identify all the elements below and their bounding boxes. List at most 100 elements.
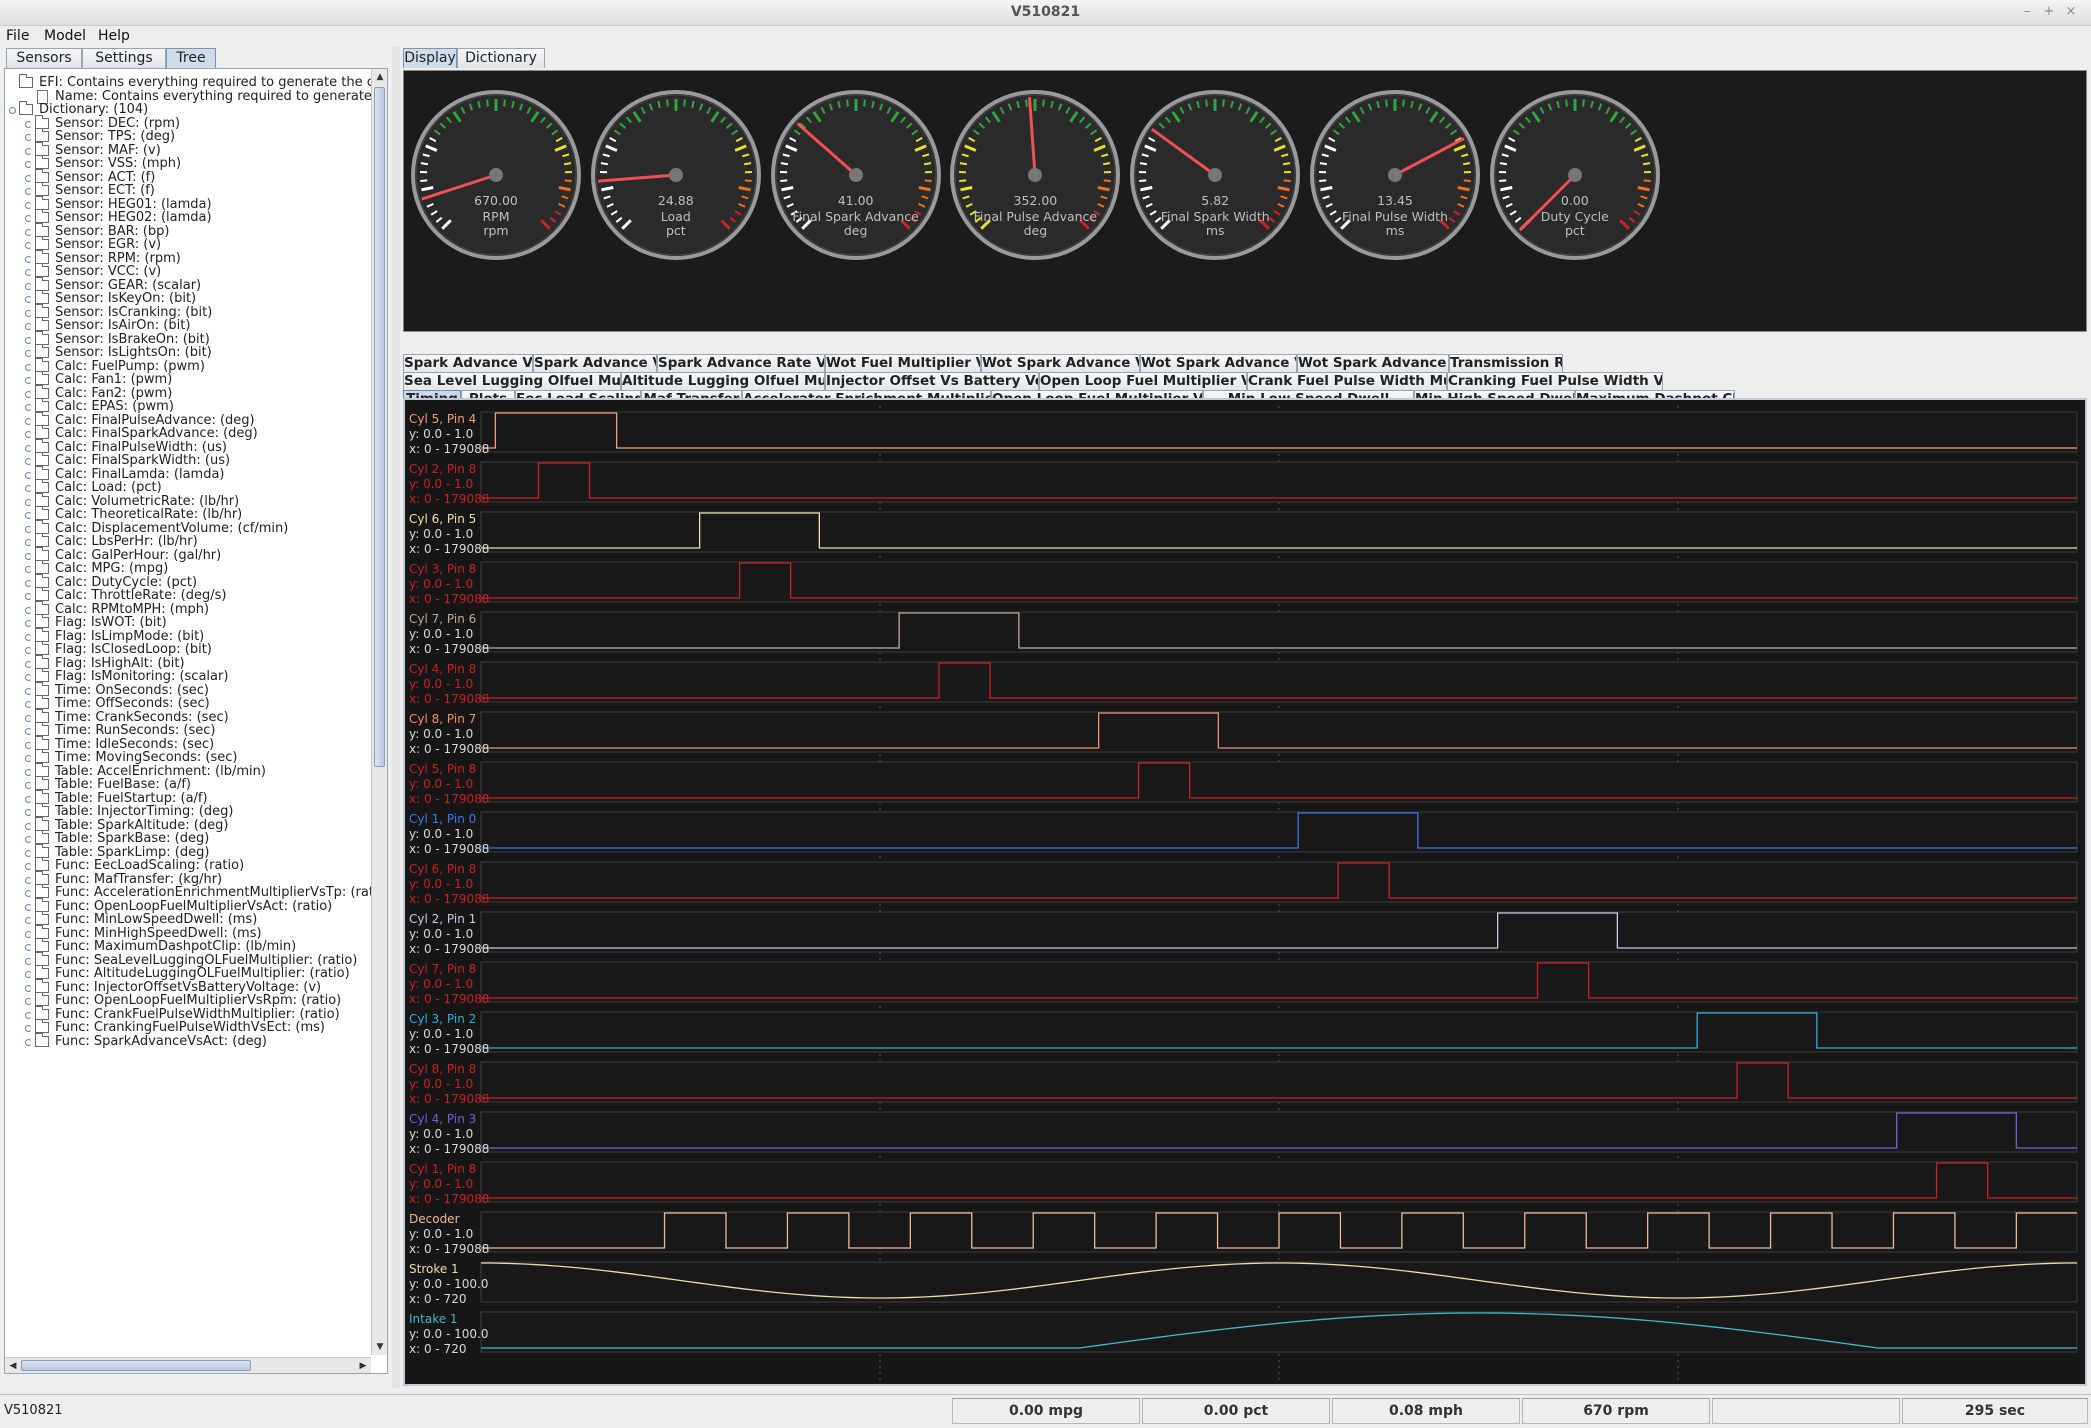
expand-toggle-icon[interactable] bbox=[25, 498, 32, 506]
expand-toggle-icon[interactable] bbox=[25, 782, 32, 789]
expand-toggle-icon[interactable] bbox=[25, 444, 32, 452]
expand-toggle-icon[interactable] bbox=[25, 849, 32, 857]
expand-toggle-icon[interactable] bbox=[25, 134, 32, 141]
expand-toggle-icon[interactable] bbox=[25, 566, 32, 573]
expand-toggle-icon[interactable] bbox=[25, 525, 32, 533]
expand-toggle-icon[interactable] bbox=[25, 1038, 32, 1046]
plot-tab[interactable]: Sea Level Lugging Olfuel Multiplier bbox=[403, 372, 621, 390]
expand-toggle-icon[interactable] bbox=[25, 485, 32, 492]
expand-toggle-icon[interactable] bbox=[25, 809, 32, 816]
expand-toggle-icon[interactable] bbox=[9, 107, 16, 114]
expand-toggle-icon[interactable] bbox=[25, 471, 32, 479]
expand-toggle-icon[interactable] bbox=[25, 863, 32, 870]
split-pane-divider[interactable] bbox=[392, 46, 400, 1388]
plot-tab[interactable]: Spark Advance Vs Bp bbox=[533, 354, 657, 372]
expand-toggle-icon[interactable] bbox=[25, 1011, 32, 1019]
expand-toggle-icon[interactable] bbox=[25, 998, 32, 1005]
scroll-up-icon[interactable]: ▲ bbox=[372, 69, 387, 85]
expand-toggle-icon[interactable] bbox=[25, 404, 32, 411]
expand-toggle-icon[interactable] bbox=[25, 174, 32, 182]
expand-toggle-icon[interactable] bbox=[25, 579, 32, 587]
plot-tab[interactable]: Wot Spark Advance Vs Ect bbox=[1140, 354, 1297, 372]
tree-horizontal-thumb[interactable] bbox=[21, 1360, 251, 1371]
expand-toggle-icon[interactable] bbox=[25, 215, 32, 222]
expand-toggle-icon[interactable] bbox=[25, 431, 32, 438]
tab-tree[interactable]: Tree bbox=[166, 48, 216, 68]
plot-tab[interactable]: Injector Offset Vs Battery Voltage bbox=[825, 372, 1039, 390]
plot-tab[interactable]: Wot Spark Advance Vs Act bbox=[1297, 354, 1449, 372]
expand-toggle-icon[interactable] bbox=[25, 620, 32, 627]
tab-dictionary[interactable]: Dictionary bbox=[457, 48, 545, 68]
expand-toggle-icon[interactable] bbox=[25, 836, 32, 843]
expand-toggle-icon[interactable] bbox=[25, 309, 32, 317]
expand-toggle-icon[interactable] bbox=[25, 228, 32, 236]
expand-toggle-icon[interactable] bbox=[25, 377, 32, 384]
tree-vertical-scrollbar[interactable]: ▲ ▼ bbox=[371, 69, 387, 1355]
expand-toggle-icon[interactable] bbox=[25, 741, 32, 749]
expand-toggle-icon[interactable] bbox=[25, 660, 32, 668]
expand-toggle-icon[interactable] bbox=[25, 147, 32, 155]
expand-toggle-icon[interactable] bbox=[25, 296, 32, 303]
expand-toggle-icon[interactable] bbox=[25, 539, 32, 546]
plot-tab[interactable]: Transmission Ratio bbox=[1449, 354, 1563, 372]
plot-tab[interactable]: Wot Fuel Multiplier Vs Rpm bbox=[825, 354, 981, 372]
expand-toggle-icon[interactable] bbox=[25, 647, 32, 654]
tab-settings[interactable]: Settings bbox=[82, 48, 166, 68]
expand-toggle-icon[interactable] bbox=[25, 984, 32, 992]
expand-toggle-icon[interactable] bbox=[25, 944, 32, 951]
plot-tab[interactable]: Altitude Lugging Olfuel Multiplier bbox=[621, 372, 825, 390]
expand-toggle-icon[interactable] bbox=[25, 269, 32, 276]
menu-help[interactable]: Help bbox=[98, 28, 130, 44]
expand-toggle-icon[interactable] bbox=[25, 161, 32, 168]
expand-toggle-icon[interactable] bbox=[25, 188, 32, 195]
scroll-down-icon[interactable]: ▼ bbox=[372, 1339, 387, 1355]
menu-model[interactable]: Model bbox=[44, 28, 86, 44]
expand-toggle-icon[interactable] bbox=[25, 903, 32, 911]
tree-vertical-thumb[interactable] bbox=[374, 87, 385, 767]
maximize-icon[interactable]: + bbox=[2040, 3, 2058, 21]
expand-toggle-icon[interactable] bbox=[25, 323, 32, 330]
expand-toggle-icon[interactable] bbox=[25, 674, 32, 681]
expand-toggle-icon[interactable] bbox=[25, 768, 32, 776]
expand-toggle-icon[interactable] bbox=[25, 120, 32, 128]
expand-toggle-icon[interactable] bbox=[25, 728, 32, 735]
expand-toggle-icon[interactable] bbox=[25, 512, 32, 519]
expand-toggle-icon[interactable] bbox=[25, 755, 32, 762]
expand-toggle-icon[interactable] bbox=[25, 917, 32, 924]
scroll-right-icon[interactable]: ▶ bbox=[355, 1358, 371, 1373]
expand-toggle-icon[interactable] bbox=[25, 255, 32, 263]
tree-horizontal-scrollbar[interactable]: ◀ ▶ bbox=[5, 1357, 371, 1373]
expand-toggle-icon[interactable] bbox=[25, 714, 32, 722]
expand-toggle-icon[interactable] bbox=[25, 417, 32, 425]
expand-toggle-icon[interactable] bbox=[25, 971, 32, 978]
expand-toggle-icon[interactable] bbox=[25, 701, 32, 708]
tab-sensors[interactable]: Sensors bbox=[6, 48, 82, 68]
expand-toggle-icon[interactable] bbox=[25, 876, 32, 884]
expand-toggle-icon[interactable] bbox=[25, 930, 32, 938]
expand-toggle-icon[interactable] bbox=[25, 390, 32, 398]
expand-toggle-icon[interactable] bbox=[25, 687, 32, 695]
expand-toggle-icon[interactable] bbox=[25, 282, 32, 290]
plot-tab[interactable]: Cranking Fuel Pulse Width Vs Ect bbox=[1447, 372, 1663, 390]
expand-toggle-icon[interactable] bbox=[25, 795, 32, 803]
plot-tab[interactable]: Open Loop Fuel Multiplier Vs Rpm bbox=[1039, 372, 1247, 390]
expand-toggle-icon[interactable] bbox=[25, 350, 32, 357]
plot-tab[interactable]: Spark Advance Rate Vs Rpm bbox=[657, 354, 825, 372]
plot-tab[interactable]: Spark Advance Vs Act bbox=[403, 354, 533, 372]
tab-display[interactable]: Display bbox=[403, 48, 457, 68]
expand-toggle-icon[interactable] bbox=[25, 363, 32, 371]
expand-toggle-icon[interactable] bbox=[25, 606, 32, 614]
expand-toggle-icon[interactable] bbox=[25, 552, 32, 560]
expand-toggle-icon[interactable] bbox=[25, 201, 32, 209]
close-icon[interactable]: × bbox=[2062, 3, 2080, 21]
expand-toggle-icon[interactable] bbox=[25, 822, 32, 830]
expand-toggle-icon[interactable] bbox=[25, 593, 32, 600]
expand-toggle-icon[interactable] bbox=[25, 1025, 32, 1032]
scroll-left-icon[interactable]: ◀ bbox=[5, 1358, 21, 1373]
plot-tab[interactable]: Wot Spark Advance Vs Rpm bbox=[981, 354, 1140, 372]
expand-toggle-icon[interactable] bbox=[25, 458, 32, 465]
expand-toggle-icon[interactable] bbox=[25, 957, 32, 965]
expand-toggle-icon[interactable] bbox=[25, 633, 32, 641]
minimize-icon[interactable]: – bbox=[2018, 3, 2036, 21]
plot-tab[interactable]: Crank Fuel Pulse Width Multiplier bbox=[1247, 372, 1447, 390]
